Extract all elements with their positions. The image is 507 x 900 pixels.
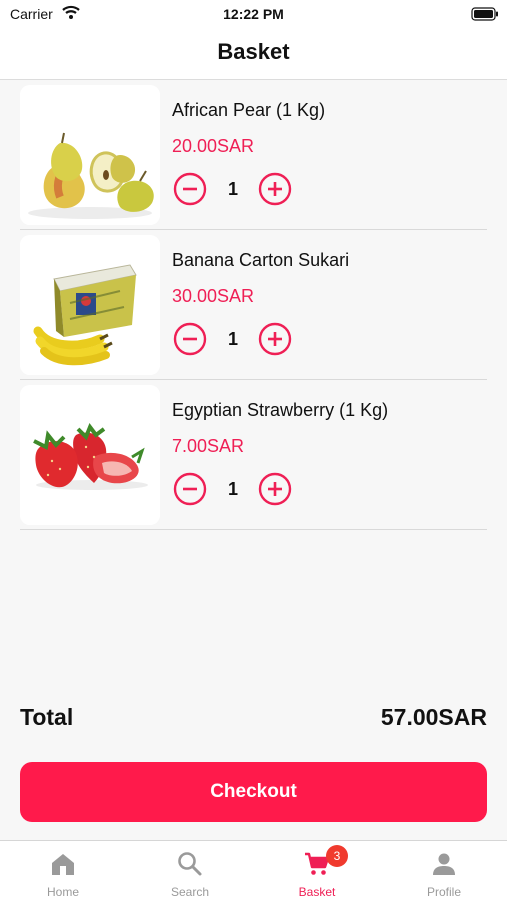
quantity-value: 1 — [227, 179, 238, 199]
status-time: 12:22 PM — [223, 6, 284, 22]
total-value: 57.00SAR — [380, 704, 487, 730]
decrease-quantity-button[interactable] — [173, 172, 207, 206]
basket-list: African Pear (1 Kg) 20.00SAR 1 Banana Ca… — [20, 80, 487, 530]
tab-basket[interactable]: 3 Basket — [254, 841, 380, 900]
basket-item: Egyptian Strawberry (1 Kg) 7.00SAR 1 — [20, 380, 487, 530]
tab-search[interactable]: Search — [127, 841, 253, 900]
person-icon — [431, 851, 457, 877]
product-image-banana-carton[interactable] — [20, 235, 160, 375]
product-price: 7.00SAR — [172, 436, 245, 456]
total-label: Total — [20, 704, 74, 730]
cart-count-badge: 3 — [326, 845, 348, 867]
tab-profile[interactable]: Profile — [381, 841, 507, 900]
search-icon — [177, 851, 203, 877]
decrease-quantity-button[interactable] — [173, 472, 207, 506]
basket-item: African Pear (1 Kg) 20.00SAR 1 — [20, 80, 487, 230]
increase-quantity-button[interactable] — [258, 472, 292, 506]
basket-item: Banana Carton Sukari 30.00SAR 1 — [20, 230, 487, 380]
tab-label: Basket — [298, 885, 336, 899]
nav-bar: Basket — [0, 30, 507, 80]
tab-label: Search — [170, 885, 210, 899]
page-title: Basket — [217, 39, 290, 64]
product-price: 30.00SAR — [172, 286, 255, 306]
battery-icon — [471, 7, 499, 26]
checkout-button[interactable]: Checkout — [20, 762, 487, 822]
tab-label: Home — [46, 885, 79, 899]
status-bar: Carrier 12:22 PM — [0, 0, 507, 30]
product-name: Banana Carton Sukari — [172, 250, 350, 270]
quantity-stepper: 1 — [172, 172, 302, 208]
increase-quantity-button[interactable] — [258, 322, 292, 356]
quantity-value: 1 — [227, 479, 238, 499]
quantity-stepper: 1 — [172, 472, 302, 508]
product-name: Egyptian Strawberry (1 Kg) — [172, 400, 389, 420]
product-image-pears[interactable] — [20, 85, 160, 225]
product-image-strawberries[interactable] — [20, 385, 160, 525]
tab-label: Profile — [426, 885, 461, 899]
tab-home[interactable]: Home — [0, 841, 126, 900]
product-price: 20.00SAR — [172, 136, 255, 156]
total-row: Total 57.00SAR — [20, 704, 487, 738]
quantity-stepper: 1 — [172, 322, 302, 358]
home-icon — [50, 851, 76, 877]
product-name: African Pear (1 Kg) — [172, 100, 326, 120]
quantity-value: 1 — [227, 329, 238, 349]
tab-bar: Home Search 3 Basket Profile — [0, 840, 507, 900]
increase-quantity-button[interactable] — [258, 172, 292, 206]
decrease-quantity-button[interactable] — [173, 322, 207, 356]
